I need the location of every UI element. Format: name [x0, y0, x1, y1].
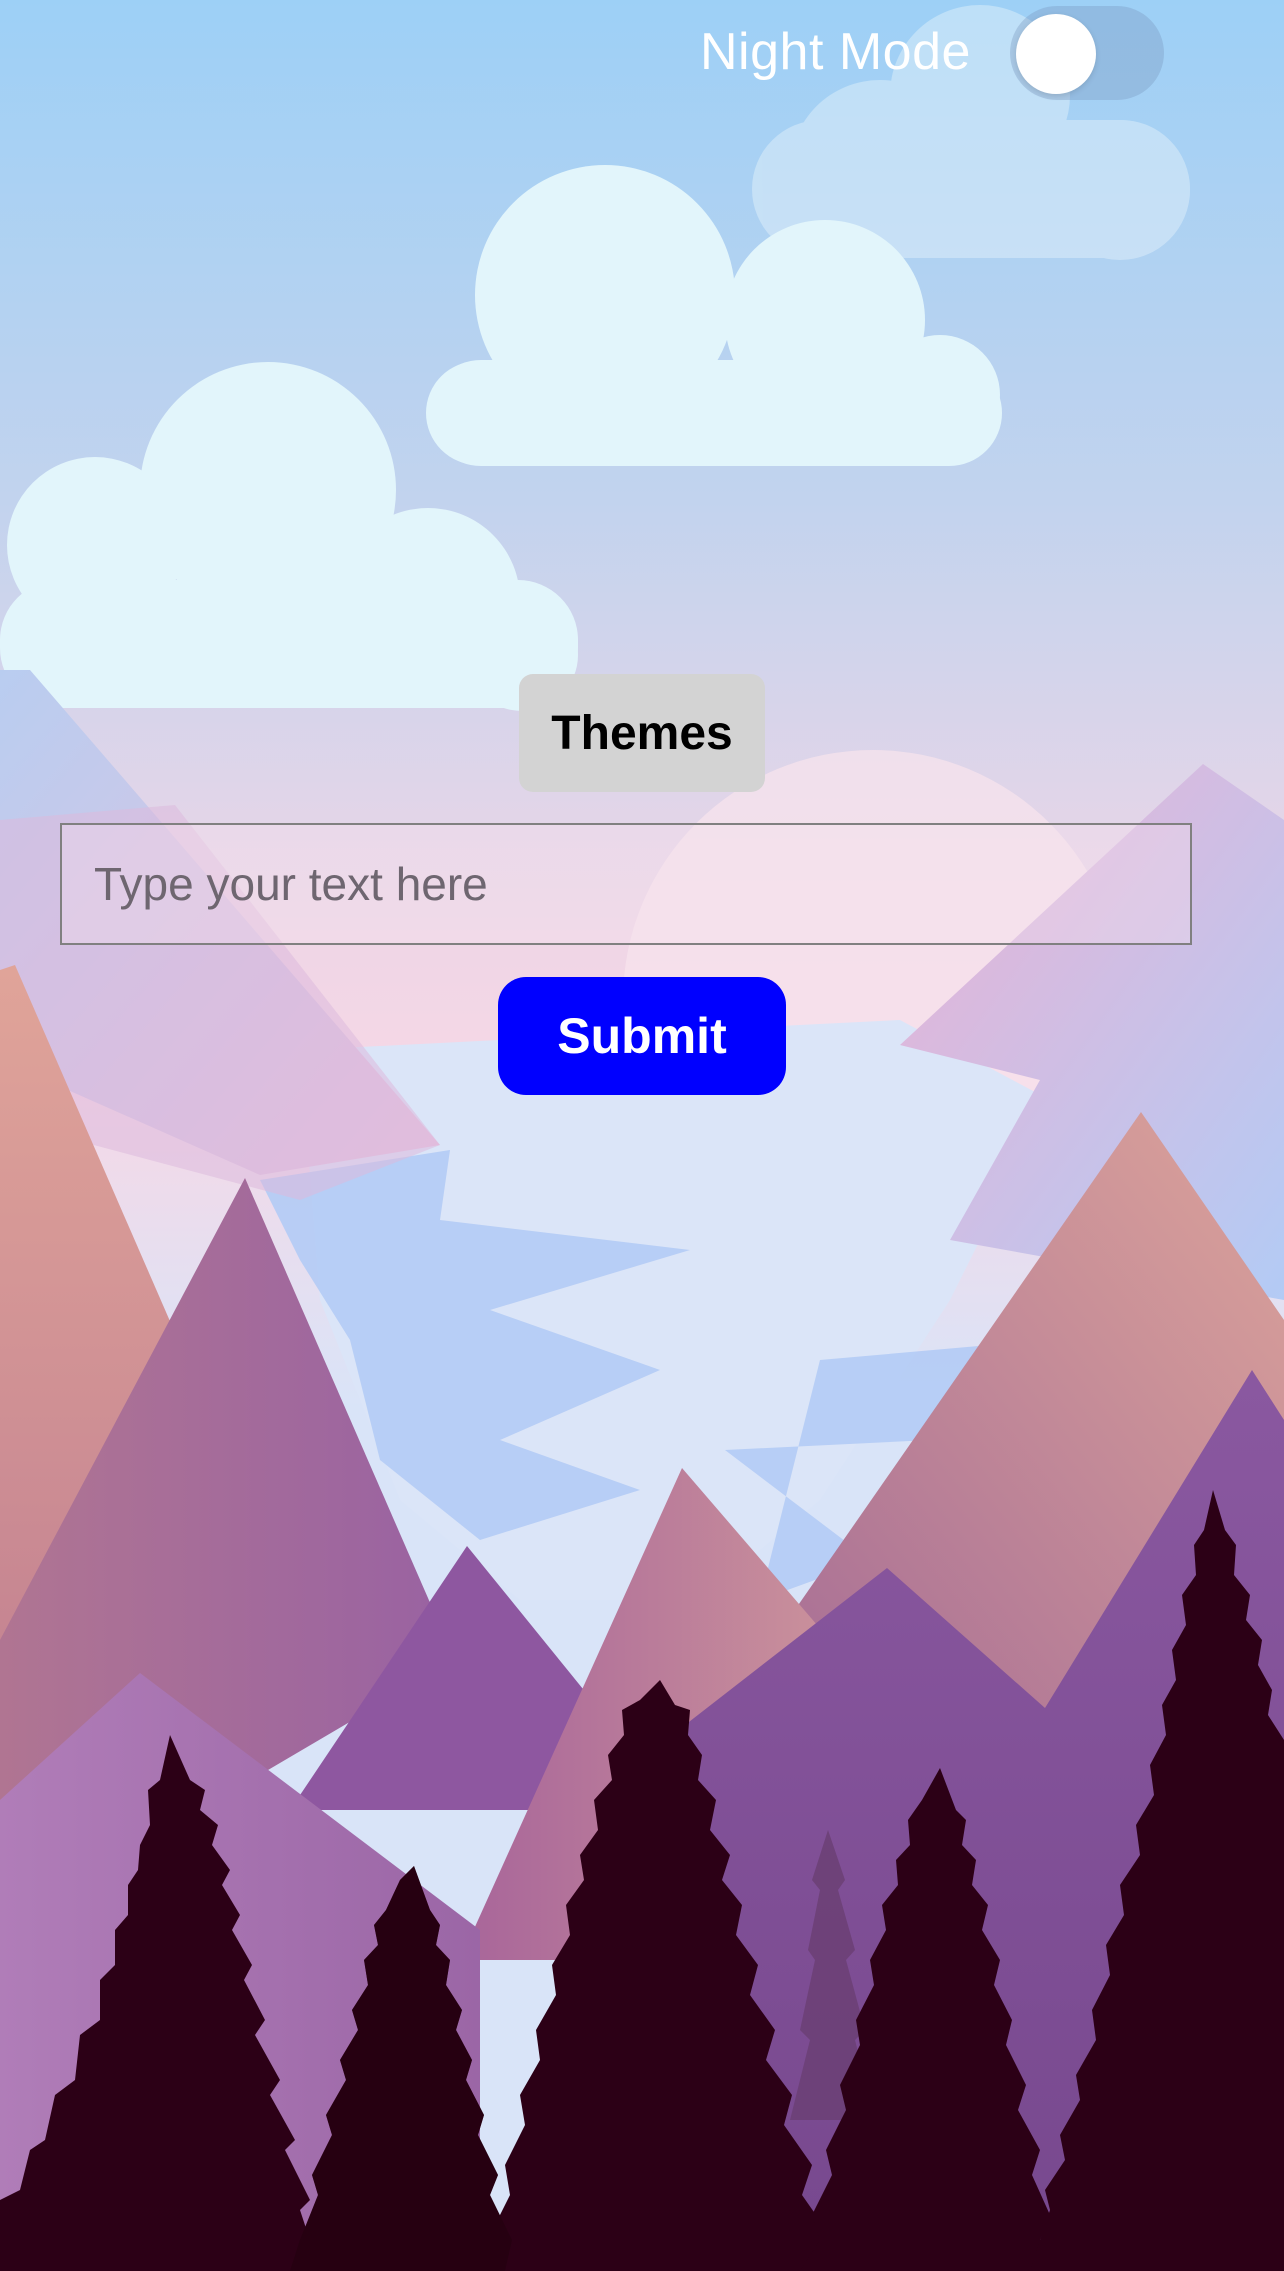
submit-button[interactable]: Submit	[498, 977, 786, 1095]
text-input[interactable]	[60, 823, 1192, 945]
themes-button[interactable]: Themes	[519, 674, 765, 792]
night-mode-label: Night Mode	[700, 23, 971, 81]
top-bar: Night Mode	[0, 0, 1284, 110]
toggle-switch-icon	[1016, 14, 1096, 94]
background-landscape	[0, 0, 1284, 2271]
night-mode-toggle[interactable]	[1010, 6, 1164, 100]
